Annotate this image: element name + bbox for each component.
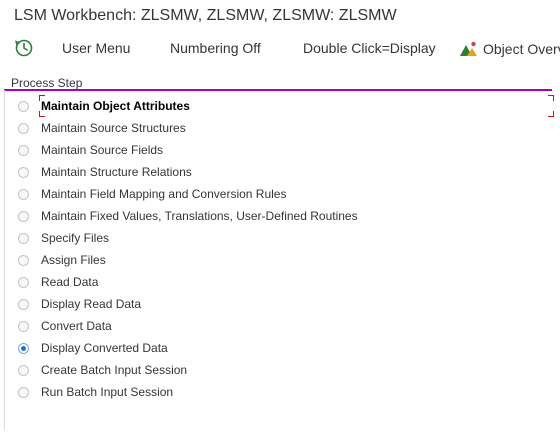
process-step-label: Maintain Structure Relations [41, 165, 192, 179]
process-step-option[interactable]: Maintain Source Structures [16, 117, 358, 139]
process-step-label: Maintain Fixed Values, Translations, Use… [41, 209, 358, 223]
radio-button[interactable] [18, 144, 29, 156]
process-step-option[interactable]: Maintain Field Mapping and Conversion Ru… [16, 183, 358, 205]
process-step-list: Maintain Object Attributes Maintain Sour… [16, 95, 358, 403]
radio-button[interactable] [18, 100, 29, 112]
user-menu-button[interactable]: User Menu [62, 40, 130, 56]
radio-button[interactable] [18, 276, 29, 288]
process-step-label: Maintain Object Attributes [41, 99, 190, 113]
radio-button[interactable] [18, 386, 29, 398]
process-step-group: Process Step Maintain Object Attributes … [4, 74, 560, 434]
group-border [4, 90, 5, 430]
radio-button[interactable] [18, 210, 29, 222]
process-step-option[interactable]: Convert Data [16, 315, 358, 337]
process-step-option[interactable]: Assign Files [16, 249, 358, 271]
radio-button[interactable] [18, 122, 29, 134]
process-step-option[interactable]: Maintain Structure Relations [16, 161, 358, 183]
process-step-label: Run Batch Input Session [41, 385, 174, 399]
process-step-label: Create Batch Input Session [41, 363, 188, 377]
numbering-off-button[interactable]: Numbering Off [170, 40, 261, 56]
process-step-option[interactable]: Specify Files [16, 227, 358, 249]
object-overview-label: Object Overview [483, 41, 560, 57]
process-step-label: Maintain Source Structures [41, 121, 186, 135]
radio-button[interactable] [18, 166, 29, 178]
radio-button[interactable] [18, 320, 29, 332]
process-step-title: Process Step [11, 76, 83, 90]
radio-button[interactable] [18, 342, 29, 354]
execute-clock-icon[interactable] [14, 38, 34, 58]
group-divider [4, 89, 552, 91]
process-step-option[interactable]: Read Data [16, 271, 358, 293]
application-toolbar: User Menu Numbering Off Double Click=Dis… [0, 34, 560, 64]
process-step-option[interactable]: Maintain Object Attributes [16, 95, 358, 117]
radio-button[interactable] [18, 364, 29, 376]
radio-button[interactable] [18, 298, 29, 310]
process-step-option[interactable]: Display Read Data [16, 293, 358, 315]
radio-button[interactable] [18, 254, 29, 266]
process-step-option[interactable]: Display Converted Data [16, 337, 358, 359]
process-step-label: Specify Files [41, 231, 110, 245]
double-click-display-button[interactable]: Double Click=Display [303, 40, 436, 56]
process-step-label: Assign Files [41, 253, 106, 267]
object-overview-icon [460, 41, 477, 56]
process-step-option[interactable]: Maintain Source Fields [16, 139, 358, 161]
radio-button[interactable] [18, 232, 29, 244]
object-overview-button[interactable]: Object Overview [460, 38, 560, 60]
process-step-option[interactable]: Create Batch Input Session [16, 359, 358, 381]
radio-button[interactable] [18, 188, 29, 200]
process-step-label: Convert Data [41, 319, 112, 333]
title-bar: LSM Workbench: ZLSMW, ZLSMW, ZLSMW: ZLSM… [0, 0, 560, 34]
process-step-label: Maintain Field Mapping and Conversion Ru… [41, 187, 287, 201]
process-step-option[interactable]: Maintain Fixed Values, Translations, Use… [16, 205, 358, 227]
process-step-label: Read Data [41, 275, 99, 289]
process-step-label: Display Read Data [41, 297, 142, 311]
process-step-label: Maintain Source Fields [41, 143, 164, 157]
window-title: LSM Workbench: ZLSMW, ZLSMW, ZLSMW: ZLSM… [14, 7, 397, 24]
process-step-label: Display Converted Data [41, 341, 168, 355]
process-step-option[interactable]: Run Batch Input Session [16, 381, 358, 403]
